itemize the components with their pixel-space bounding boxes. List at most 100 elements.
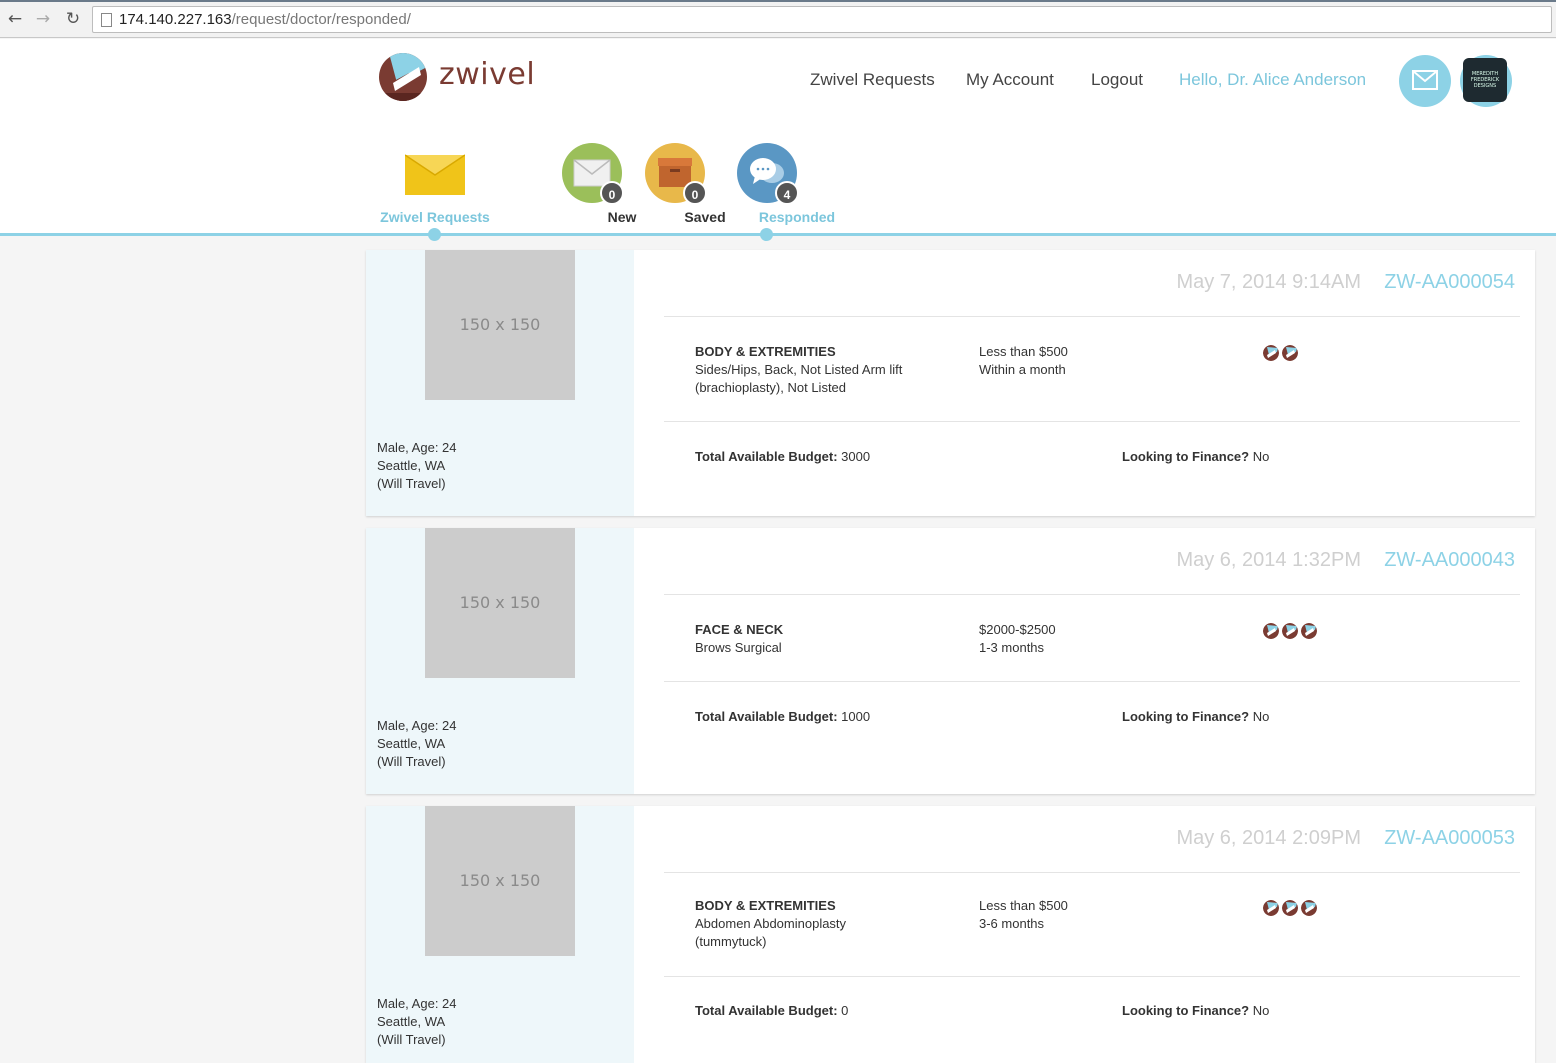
patient-gender-age: Male, Age: 24 bbox=[377, 440, 457, 455]
patient-panel: 150 x 150 Male, Age: 24 Seattle, WA (Wil… bbox=[366, 250, 634, 516]
patient-info: Male, Age: 24 Seattle, WA (Will Travel) bbox=[377, 995, 457, 1049]
request-date: May 6, 2014 1:32PM bbox=[1176, 549, 1361, 571]
responder-icons bbox=[1263, 623, 1320, 639]
divider bbox=[664, 594, 1520, 595]
price-range: Less than $500 bbox=[979, 898, 1068, 913]
tab-responded[interactable]: 4 Responded bbox=[737, 143, 835, 225]
back-arrow-icon[interactable]: ← bbox=[5, 9, 25, 29]
tab-new[interactable]: 0 New bbox=[562, 143, 636, 225]
responder-z-icon[interactable] bbox=[1282, 345, 1298, 361]
request-code[interactable]: ZW-AA000054 bbox=[1384, 271, 1515, 294]
request-card[interactable]: 150 x 150 Male, Age: 24 Seattle, WA (Wil… bbox=[366, 806, 1535, 1063]
patient-travel: (Will Travel) bbox=[377, 476, 446, 491]
patient-location: Seattle, WA bbox=[377, 1014, 446, 1029]
finance: Looking to Finance? No bbox=[1122, 449, 1269, 464]
divider bbox=[664, 316, 1520, 317]
tab-indicator-dot-active bbox=[760, 228, 773, 241]
budget-label: Total Available Budget: bbox=[695, 449, 838, 464]
divider bbox=[664, 681, 1520, 682]
site-header: zwivel Zwivel Requests My Account Logout… bbox=[0, 39, 1556, 241]
patient-panel: 150 x 150 Male, Age: 24 Seattle, WA (Wil… bbox=[366, 806, 634, 1063]
address-bar[interactable]: 174.140.227.163/request/doctor/responded… bbox=[92, 6, 1552, 33]
request-card[interactable]: 150 x 150 Male, Age: 24 Seattle, WA (Wil… bbox=[366, 528, 1535, 794]
tab-saved[interactable]: 0 Saved bbox=[645, 143, 726, 225]
price-range: Less than $500 bbox=[979, 344, 1068, 359]
responder-z-icon[interactable] bbox=[1263, 345, 1279, 361]
responder-z-icon[interactable] bbox=[1263, 900, 1279, 916]
messages-button[interactable] bbox=[1399, 55, 1451, 107]
request-category: FACE & NECK Brows Surgical bbox=[695, 621, 945, 657]
finance: Looking to Finance? No bbox=[1122, 709, 1269, 724]
timeframe: 3-6 months bbox=[979, 916, 1045, 931]
patient-travel: (Will Travel) bbox=[377, 1032, 446, 1047]
request-code[interactable]: ZW-AA000043 bbox=[1384, 549, 1515, 572]
url-text[interactable]: 174.140.227.163/request/doctor/responded… bbox=[119, 11, 411, 28]
request-price: Less than $500 3-6 months bbox=[979, 897, 1068, 933]
category-title: BODY & EXTREMITIES bbox=[695, 344, 836, 359]
finance-label: Looking to Finance? bbox=[1122, 1003, 1250, 1018]
tab-label-responded: Responded bbox=[758, 209, 836, 225]
responded-circle: 4 bbox=[737, 143, 799, 205]
patient-gender-age: Male, Age: 24 bbox=[377, 996, 457, 1011]
patient-photo-placeholder: 150 x 150 bbox=[425, 250, 575, 400]
nav-logout[interactable]: Logout bbox=[1091, 70, 1143, 90]
request-category: BODY & EXTREMITIES Sides/Hips, Back, Not… bbox=[695, 343, 945, 397]
browser-top-edge bbox=[0, 0, 1556, 2]
patient-panel: 150 x 150 Male, Age: 24 Seattle, WA (Wil… bbox=[366, 528, 634, 794]
zwivel-logo-text: zwivel bbox=[439, 57, 536, 92]
patient-photo-placeholder: 150 x 150 bbox=[425, 806, 575, 956]
zwivel-logo[interactable]: zwivel bbox=[379, 53, 535, 103]
budget: Total Available Budget: 1000 bbox=[695, 709, 870, 724]
responder-icons bbox=[1263, 345, 1301, 361]
saved-count-badge: 0 bbox=[683, 181, 707, 205]
nav-zwivel-requests[interactable]: Zwivel Requests bbox=[810, 70, 935, 90]
tab-rail bbox=[0, 233, 1556, 236]
patient-location: Seattle, WA bbox=[377, 458, 446, 473]
category-title: BODY & EXTREMITIES bbox=[695, 898, 836, 913]
responder-z-icon[interactable] bbox=[1301, 623, 1317, 639]
request-date: May 7, 2014 9:14AM bbox=[1176, 271, 1361, 293]
request-code[interactable]: ZW-AA000053 bbox=[1384, 827, 1515, 850]
budget-value: 3000 bbox=[841, 449, 871, 464]
nav-hello-user[interactable]: Hello, Dr. Alice Anderson bbox=[1179, 70, 1366, 90]
tab-zwivel-requests[interactable]: Zwivel Requests bbox=[380, 143, 490, 225]
category-title: FACE & NECK bbox=[695, 622, 784, 637]
request-price: $2000-$2500 1-3 months bbox=[979, 621, 1056, 657]
patient-photo-placeholder: 150 x 150 bbox=[425, 528, 575, 678]
patient-info: Male, Age: 24 Seattle, WA (Will Travel) bbox=[377, 439, 457, 493]
finance: Looking to Finance? No bbox=[1122, 1003, 1269, 1018]
patient-info: Male, Age: 24 Seattle, WA (Will Travel) bbox=[377, 717, 457, 771]
envelope-icon bbox=[404, 154, 466, 195]
new-count-badge: 0 bbox=[600, 181, 624, 205]
responder-z-icon[interactable] bbox=[1282, 900, 1298, 916]
finance-label: Looking to Finance? bbox=[1122, 449, 1250, 464]
procedure-list: Brows Surgical bbox=[695, 640, 782, 655]
avatar[interactable]: MEREDITH FREDERICK DESIGNS bbox=[1460, 55, 1512, 107]
budget-label: Total Available Budget: bbox=[695, 709, 838, 724]
timeframe: Within a month bbox=[979, 362, 1066, 377]
forward-arrow-icon[interactable]: → bbox=[33, 9, 53, 29]
request-card[interactable]: 150 x 150 Male, Age: 24 Seattle, WA (Wil… bbox=[366, 250, 1535, 516]
avatar-logo: MEREDITH FREDERICK DESIGNS bbox=[1463, 58, 1507, 102]
finance-value: No bbox=[1252, 1003, 1270, 1018]
price-range: $2000-$2500 bbox=[979, 622, 1056, 637]
finance-value: No bbox=[1252, 709, 1270, 724]
procedure-list: Sides/Hips, Back, Not Listed Arm lift (b… bbox=[695, 362, 903, 395]
new-circle: 0 bbox=[562, 143, 624, 205]
responder-z-icon[interactable] bbox=[1263, 623, 1279, 639]
url-host: 174.140.227.163 bbox=[119, 11, 232, 28]
browser-toolbar: ← → ↻ 174.140.227.163/request/doctor/res… bbox=[0, 0, 1556, 38]
responder-z-icon[interactable] bbox=[1301, 900, 1317, 916]
responder-z-icon[interactable] bbox=[1282, 623, 1298, 639]
request-date: May 6, 2014 2:09PM bbox=[1176, 827, 1361, 849]
patient-travel: (Will Travel) bbox=[377, 754, 446, 769]
tab-label-zwivel-requests: Zwivel Requests bbox=[380, 209, 490, 225]
procedure-list: Abdomen Abdominoplasty (tummytuck) bbox=[695, 916, 847, 949]
budget-label: Total Available Budget: bbox=[695, 1003, 838, 1018]
finance-value: No bbox=[1252, 449, 1270, 464]
divider bbox=[664, 421, 1520, 422]
reload-icon[interactable]: ↻ bbox=[63, 9, 83, 29]
nav-my-account[interactable]: My Account bbox=[966, 70, 1054, 90]
responded-count-badge: 4 bbox=[775, 181, 799, 205]
patient-gender-age: Male, Age: 24 bbox=[377, 718, 457, 733]
